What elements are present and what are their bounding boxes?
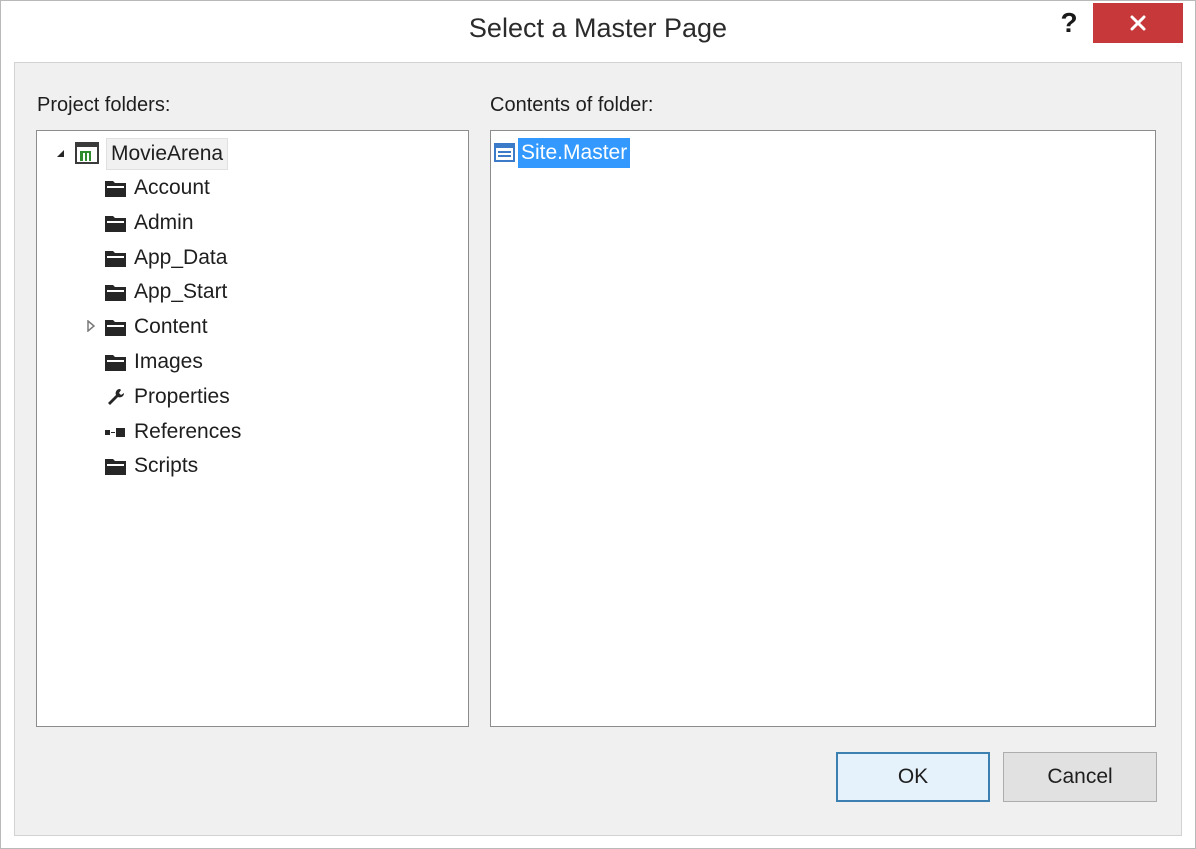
tree-item-label: Images (134, 350, 203, 373)
references-icon (104, 422, 134, 442)
tree-item-images[interactable]: Images (104, 346, 203, 378)
tree-root-movie-arena[interactable]: MovieArena (106, 138, 229, 170)
tree-item-label: Admin (134, 210, 194, 234)
folder-icon (104, 213, 134, 233)
project-folders-label: Project folders: (37, 94, 171, 116)
folder-contents-list[interactable] (490, 130, 1156, 727)
tree-item-label: Scripts (134, 454, 199, 478)
folder-icon (104, 178, 134, 198)
close-icon (1130, 15, 1146, 31)
dialog-title: Select a Master Page (468, 13, 728, 43)
cancel-button[interactable]: Cancel (1003, 752, 1157, 802)
tree-item-account[interactable]: Account (104, 172, 210, 204)
tree-item-label: App_Data (134, 245, 228, 269)
tree-item-content[interactable]: Content (104, 311, 208, 343)
tree-item-app-data[interactable]: App_Data (104, 242, 227, 274)
tree-item-scripts[interactable]: Scripts (104, 450, 198, 482)
tree-item-label: Content (134, 315, 208, 339)
tree-item-label: References (134, 419, 242, 443)
folder-icon (104, 248, 134, 268)
folder-icon (104, 352, 134, 372)
folder-icon (104, 456, 134, 476)
contents-of-folder-label: Contents of folder: (490, 94, 654, 116)
tree-item-label: Properties (134, 384, 230, 408)
wrench-icon (104, 387, 134, 407)
tree-item-references[interactable]: References (104, 416, 241, 448)
list-item-label: Site.Master (518, 138, 631, 168)
tree-item-admin[interactable]: Admin (104, 207, 194, 239)
project-folders-tree[interactable] (36, 130, 469, 727)
close-button[interactable] (1093, 3, 1183, 43)
tree-item-label: App_Start (134, 280, 228, 304)
tree-item-properties[interactable]: Properties (104, 381, 230, 413)
web-project-icon (75, 142, 99, 164)
expanded-arrow-icon[interactable] (55, 147, 67, 159)
help-button[interactable]: ? (1051, 5, 1087, 41)
list-item-site-master[interactable]: Site.Master (494, 138, 631, 168)
tree-item-label: Account (134, 176, 210, 199)
master-page-icon (494, 143, 515, 162)
collapsed-arrow-icon[interactable] (85, 320, 97, 333)
tree-item-app-start[interactable]: App_Start (104, 276, 227, 308)
title-bar: Select a Master Page ? (1, 1, 1195, 63)
folder-icon (104, 282, 134, 302)
folder-icon (104, 317, 134, 337)
ok-button[interactable]: OK (836, 752, 990, 802)
